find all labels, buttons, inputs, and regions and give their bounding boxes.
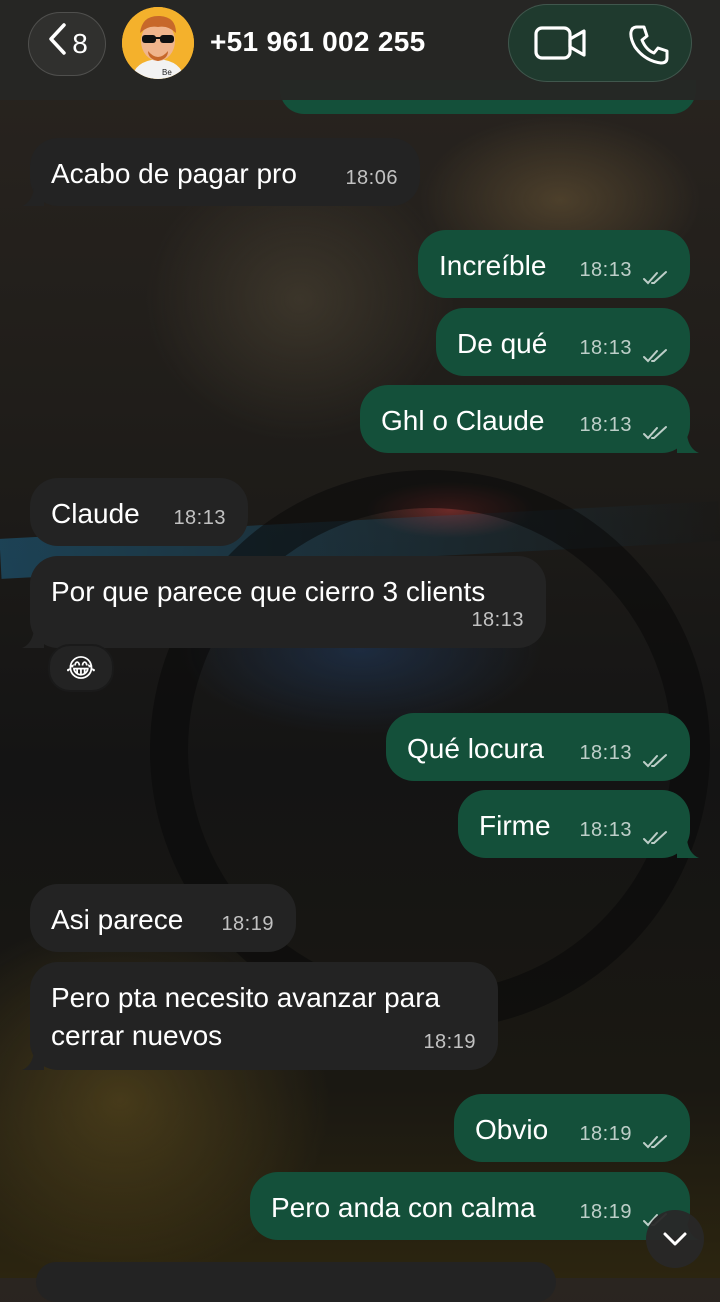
video-call-button[interactable]	[533, 23, 589, 63]
message-text: Pero anda con calma	[271, 1192, 536, 1223]
message-bubble-incoming[interactable]: Acabo de pagar pro 18:06	[22, 138, 420, 206]
message-text: Claude	[51, 498, 140, 529]
double-check-icon	[643, 1135, 667, 1149]
message-text: Increíble	[439, 250, 547, 281]
message-time: 18:19	[423, 1031, 476, 1053]
message-bubble-incoming[interactable]: Claude 18:13	[30, 478, 248, 546]
double-check-icon	[643, 349, 667, 363]
back-button[interactable]: 8	[28, 12, 106, 76]
phone-icon	[629, 25, 669, 65]
message-bubble-incoming[interactable]: Asi parece 18:19	[30, 884, 296, 952]
message-time: 18:19	[221, 913, 274, 935]
chevron-down-icon	[663, 1232, 687, 1246]
avatar[interactable]: Be	[122, 7, 194, 79]
message-time: 18:13	[579, 337, 632, 359]
double-check-icon	[643, 754, 667, 768]
avatar-badge-text: Be	[162, 68, 172, 77]
double-check-icon	[643, 831, 667, 845]
message-time: 18:19	[579, 1123, 632, 1145]
double-check-icon	[643, 426, 667, 440]
message-text: Qué locura	[407, 733, 544, 764]
chevron-left-icon	[46, 22, 68, 62]
message-bubble-outgoing[interactable]: Firme 18:13	[458, 790, 699, 858]
message-text: De qué	[457, 328, 548, 359]
message-bubble-outgoing[interactable]: Ghl o Claude 18:13	[360, 385, 699, 453]
message-time: 18:13	[579, 742, 632, 764]
message-time: 18:13	[173, 507, 226, 529]
message-text: Acabo de pagar pro	[51, 158, 297, 189]
message-time: 18:13	[579, 414, 632, 436]
message-bubble-incoming[interactable]: Pero pta necesito avanzar para cerrar nu…	[22, 962, 498, 1070]
message-time: 18:13	[579, 819, 632, 841]
message-text: Por que parece que cierro 3 clients	[51, 576, 486, 607]
message-time: 18:06	[345, 167, 398, 189]
message-time: 18:13	[579, 259, 632, 281]
message-reaction[interactable]: 😂	[48, 644, 114, 692]
video-camera-icon	[534, 26, 586, 60]
message-bubble-incoming[interactable]: Por que parece que cierro 3 clients 18:1…	[22, 556, 546, 648]
next-message-peek	[36, 1262, 556, 1302]
call-actions	[508, 4, 692, 82]
message-text: Firme	[479, 810, 551, 841]
message-bubble-outgoing[interactable]: De qué 18:13	[436, 308, 690, 376]
double-check-icon	[643, 271, 667, 285]
message-bubble-outgoing[interactable]: Pero anda con calma 18:19	[250, 1172, 699, 1240]
message-bubble-outgoing[interactable]: Obvio 18:19	[454, 1094, 690, 1162]
chat-header: 8 Be +51 961 002 255	[0, 0, 720, 100]
message-text: Ghl o Claude	[381, 405, 545, 436]
message-time: 18:13	[471, 609, 524, 631]
scroll-to-bottom-button[interactable]	[646, 1210, 704, 1268]
message-text: Asi parece	[51, 904, 184, 935]
message-text-line-2: cerrar nuevos	[51, 1020, 223, 1051]
laughing-emoji: 😂	[65, 652, 97, 683]
message-time: 18:19	[579, 1201, 632, 1223]
voice-call-button[interactable]	[627, 23, 671, 67]
contact-name[interactable]: +51 961 002 255	[210, 26, 425, 58]
message-text: Obvio	[475, 1114, 549, 1145]
unread-count: 8	[72, 28, 88, 59]
message-bubble-outgoing[interactable]: Increíble 18:13	[418, 230, 690, 298]
message-bubble-outgoing[interactable]: Qué locura 18:13	[386, 713, 690, 781]
message-text-line-1: Pero pta necesito avanzar para	[51, 982, 441, 1013]
